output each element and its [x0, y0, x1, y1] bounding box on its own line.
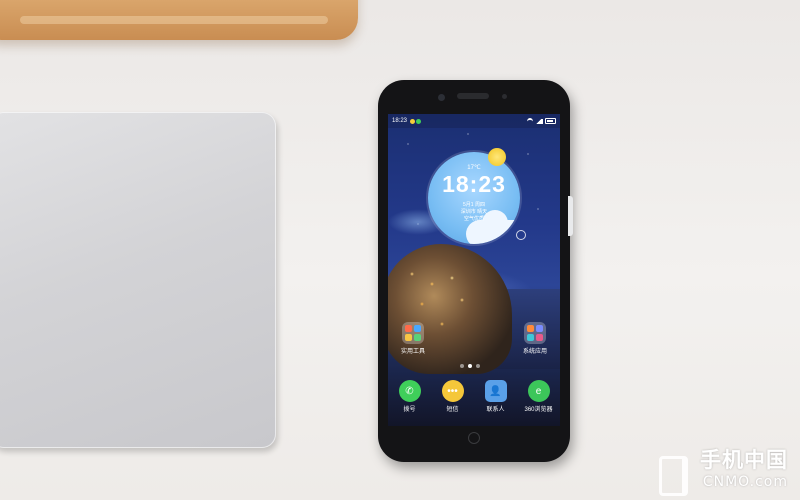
folder-icon [402, 322, 424, 344]
signal-icon [535, 118, 543, 124]
app-label: 拨号 [403, 407, 416, 413]
message-icon: ••• [441, 380, 464, 402]
dock: ✆ 拨号 ••• 短信 👤 联系人 e 360浏览器 [388, 380, 560, 413]
folder-system-apps[interactable]: 系统应用 [520, 322, 550, 355]
front-camera [438, 94, 445, 101]
phone-screen: 18:23 17℃ 18:23 5月1 周四 深圳市 晴天 空气优质 实用工具 [388, 114, 560, 426]
clock-weather-widget[interactable]: 17℃ 18:23 5月1 周四 深圳市 晴天 空气优质 [428, 152, 520, 244]
page-dot [476, 364, 480, 368]
sun-icon [488, 148, 506, 166]
battery-icon [545, 118, 556, 124]
page-indicator [460, 364, 480, 368]
widget-weather: 深圳市 晴天 [460, 209, 488, 215]
volume-button [568, 196, 573, 236]
dock-app-browser[interactable]: e 360浏览器 [519, 380, 559, 413]
app-label: 短信 [446, 407, 459, 413]
watermark-cn: 手机中国 [700, 449, 788, 472]
notification-dot-icon [416, 118, 422, 124]
watermark: 手机中国 CNMO.com [700, 444, 788, 490]
watermark-en: CNMO.com [702, 474, 788, 490]
dock-app-contacts[interactable]: 👤 联系人 [476, 380, 516, 413]
app-label: 联系人 [486, 407, 505, 413]
widget-air-quality: 空气优质 [463, 216, 484, 222]
widget-temperature: 17℃ [467, 165, 481, 171]
page-dot [460, 364, 464, 368]
folder-label: 实用工具 [400, 349, 425, 355]
folder-tools[interactable]: 实用工具 [398, 322, 428, 355]
home-dot [468, 432, 480, 444]
earpiece-speaker [457, 93, 489, 99]
contacts-icon: 👤 [484, 380, 507, 402]
phone-icon: ✆ [398, 380, 421, 402]
status-icons [527, 117, 556, 125]
refresh-icon[interactable] [516, 230, 526, 240]
watermark-logo-icon [659, 456, 688, 496]
dock-app-dialer[interactable]: ✆ 拨号 [390, 380, 430, 413]
widget-time: 18:23 [442, 171, 506, 197]
cloud-icon [466, 210, 520, 244]
dock-app-messages[interactable]: ••• 短信 [433, 380, 473, 413]
status-bar: 18:23 [388, 114, 560, 128]
page-dot-active [468, 364, 472, 368]
notification-dot-icon [410, 118, 416, 124]
folder-icon [524, 322, 546, 344]
status-time: 18:23 [392, 118, 408, 124]
folder-label: 系统应用 [522, 349, 547, 355]
trackpad [0, 112, 276, 448]
wooden-block [0, 0, 358, 40]
proximity-sensor [502, 94, 507, 99]
app-label: 360浏览器 [524, 407, 553, 413]
browser-icon: e [527, 380, 550, 402]
widget-date: 5月1 周四 [463, 202, 485, 208]
wifi-icon [527, 117, 533, 125]
